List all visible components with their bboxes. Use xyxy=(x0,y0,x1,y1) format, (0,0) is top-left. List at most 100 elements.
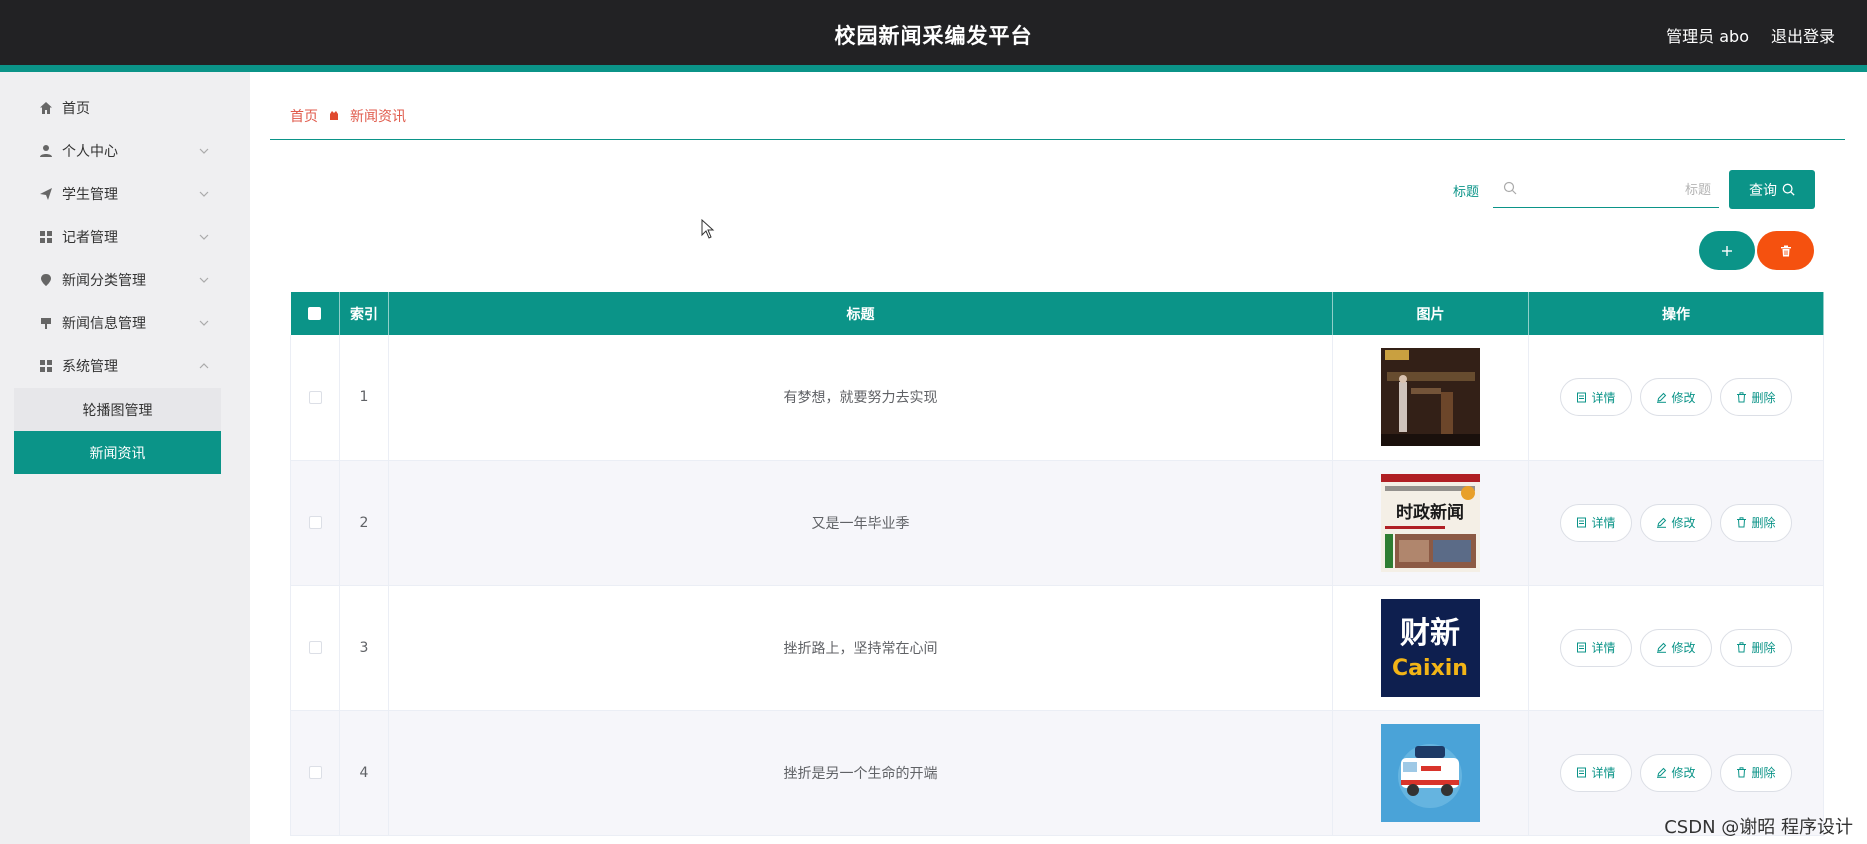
row-title: 有梦想，就要努力去实现 xyxy=(388,335,1333,461)
row-index: 2 xyxy=(339,460,389,586)
document-icon xyxy=(1577,517,1587,528)
search-input[interactable] xyxy=(1525,176,1711,204)
detail-label: 详情 xyxy=(1591,641,1616,655)
thumbnail-text: 财新 xyxy=(1400,616,1460,651)
trash-icon xyxy=(1737,767,1747,778)
row-index: 1 xyxy=(339,335,389,461)
thumbnail-text: 时政新闻 xyxy=(1396,502,1464,523)
detail-button[interactable]: 详情 xyxy=(1560,753,1632,792)
detail-label: 详情 xyxy=(1591,516,1616,530)
sidebar: 首页 个人中心 学生管理 记者管理 新闻分类管理 新闻信息管理 系统管理 轮播图… xyxy=(0,72,250,844)
edit-button[interactable]: 修改 xyxy=(1640,628,1712,667)
location-icon xyxy=(38,272,54,288)
sidebar-item-label: 个人中心 xyxy=(62,143,118,160)
sidebar-subitem-banner-management[interactable]: 轮播图管理 xyxy=(14,388,221,431)
sidebar-item-student-management[interactable]: 学生管理 xyxy=(0,172,250,215)
mouse-cursor-icon xyxy=(701,219,715,239)
app-title: 校园新闻采编发平台 xyxy=(834,24,1033,48)
send-icon xyxy=(38,186,54,202)
edit-icon xyxy=(1657,392,1667,403)
delete-button[interactable]: 删除 xyxy=(1720,628,1792,667)
edit-icon xyxy=(1657,642,1667,653)
chevron-down-icon xyxy=(199,277,209,283)
plus-icon xyxy=(1722,245,1732,256)
news-thumbnail[interactable] xyxy=(1381,723,1480,822)
sidebar-item-news-category[interactable]: 新闻分类管理 xyxy=(0,258,250,301)
grid-icon xyxy=(38,229,54,245)
detail-label: 详情 xyxy=(1591,766,1616,780)
chevron-down-icon xyxy=(199,191,209,197)
delete-label: 删除 xyxy=(1751,766,1776,780)
search-field xyxy=(1493,172,1719,208)
delete-button[interactable]: 删除 xyxy=(1720,753,1792,792)
sidebar-item-label: 新闻分类管理 xyxy=(62,272,146,289)
breadcrumb-separator-icon xyxy=(330,111,338,120)
edit-button[interactable]: 修改 xyxy=(1640,503,1712,542)
table-row: 4 挫折是另一个生命的开端 详情 修改 删除 xyxy=(290,710,1824,836)
delete-button[interactable]: 删除 xyxy=(1720,503,1792,542)
sidebar-item-home[interactable]: 首页 xyxy=(0,86,250,129)
news-thumbnail[interactable]: 财新 Caixin xyxy=(1381,598,1480,697)
row-checkbox[interactable] xyxy=(308,516,322,529)
table-header-row: 索引 标题 图片 操作 xyxy=(290,292,1824,335)
row-checkbox[interactable] xyxy=(308,766,322,779)
add-button[interactable] xyxy=(1699,231,1755,270)
news-table: 索引 标题 图片 操作 1 有梦想，就要努力去实现 详情 修改 删除 2 又是一… xyxy=(290,292,1824,836)
breadcrumb-home[interactable]: 首页 xyxy=(290,106,318,126)
table-row: 2 又是一年毕业季 时政新闻 详情 修改 删除 xyxy=(290,460,1824,586)
chevron-down-icon xyxy=(199,320,209,326)
edit-button[interactable]: 修改 xyxy=(1640,378,1712,417)
select-all-checkbox[interactable] xyxy=(308,307,322,320)
sidebar-item-personal-center[interactable]: 个人中心 xyxy=(0,129,250,172)
chevron-up-icon xyxy=(199,362,209,368)
sidebar-item-news-info[interactable]: 新闻信息管理 xyxy=(0,301,250,344)
query-button[interactable]: 查询 xyxy=(1729,170,1815,209)
delete-label: 删除 xyxy=(1751,641,1776,655)
chevron-down-icon xyxy=(199,148,209,154)
trash-icon xyxy=(1780,245,1791,256)
watermark-text: CSDN @谢昭 程序设计 xyxy=(1664,817,1853,838)
breadcrumb-divider xyxy=(270,139,1845,140)
row-title: 又是一年毕业季 xyxy=(388,460,1333,586)
document-icon xyxy=(1577,642,1587,653)
table-row: 3 挫折路上，坚持常在心间 财新 Caixin 详情 修改 删除 xyxy=(290,585,1824,711)
column-header-title: 标题 xyxy=(388,292,1333,335)
news-thumbnail[interactable] xyxy=(1381,348,1480,447)
delete-button[interactable]: 删除 xyxy=(1720,378,1792,417)
sidebar-item-system-management[interactable]: 系统管理 xyxy=(0,344,250,387)
sidebar-item-label: 系统管理 xyxy=(62,358,118,375)
row-checkbox[interactable] xyxy=(308,390,322,404)
batch-delete-button[interactable] xyxy=(1757,231,1814,270)
sidebar-subitem-news-feed[interactable]: 新闻资讯 xyxy=(14,431,221,474)
detail-button[interactable]: 详情 xyxy=(1560,378,1632,417)
detail-button[interactable]: 详情 xyxy=(1560,628,1632,667)
row-actions: 详情 修改 删除 xyxy=(1529,503,1823,542)
home-icon xyxy=(38,100,54,116)
news-thumbnail[interactable]: 时政新闻 xyxy=(1381,473,1480,572)
sidebar-item-label: 首页 xyxy=(62,100,90,117)
breadcrumb-current: 新闻资讯 xyxy=(350,109,406,125)
delete-label: 删除 xyxy=(1751,390,1776,405)
header-accent-bar xyxy=(0,65,1867,72)
sidebar-item-label: 新闻信息管理 xyxy=(62,315,146,332)
sidebar-item-label: 学生管理 xyxy=(62,186,118,203)
row-checkbox[interactable] xyxy=(308,641,322,654)
detail-button[interactable]: 详情 xyxy=(1560,503,1632,542)
thumbnail-text: Caixin xyxy=(1392,656,1468,681)
user-icon xyxy=(38,143,54,159)
edit-button[interactable]: 修改 xyxy=(1640,753,1712,792)
select-all-cell[interactable] xyxy=(290,292,340,335)
column-header-image: 图片 xyxy=(1332,292,1529,335)
row-actions: 详情 修改 删除 xyxy=(1529,753,1823,792)
chevron-down-icon xyxy=(199,234,209,240)
column-header-actions: 操作 xyxy=(1528,292,1824,335)
search-label: 标题 xyxy=(1453,185,1480,200)
logout-link[interactable]: 退出登录 xyxy=(1771,23,1835,47)
column-header-index: 索引 xyxy=(339,292,389,335)
row-actions: 详情 修改 删除 xyxy=(1529,378,1823,417)
trash-icon xyxy=(1737,392,1747,403)
row-index: 3 xyxy=(339,585,389,711)
sidebar-item-reporter-management[interactable]: 记者管理 xyxy=(0,215,250,258)
edit-label: 修改 xyxy=(1671,766,1696,780)
breadcrumb: 首页 新闻资讯 xyxy=(290,106,406,126)
